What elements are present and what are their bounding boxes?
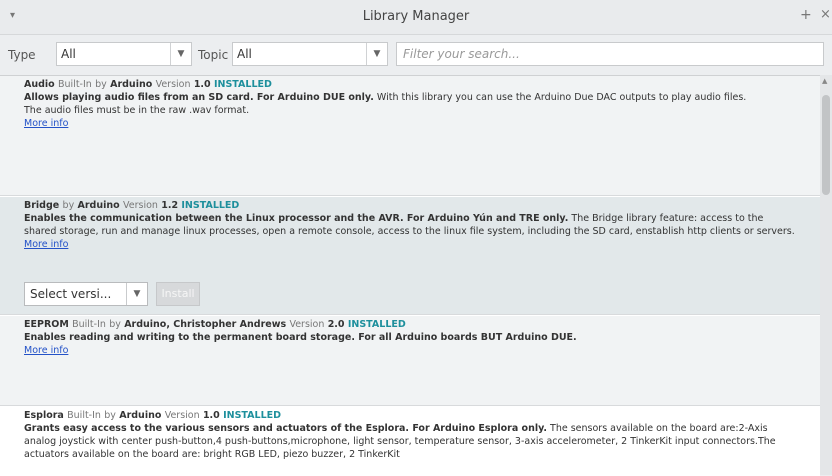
library-author: Arduino, Christopher Andrews	[124, 319, 287, 330]
library-name: EEPROM	[24, 319, 69, 330]
library-summary: Allows playing audio files from an SD ca…	[24, 92, 374, 103]
builtin-tag: Built-In	[72, 319, 106, 330]
builtin-tag: Built-In	[58, 79, 92, 90]
library-version: 2.0	[327, 319, 345, 330]
type-label: Type	[8, 48, 36, 62]
by-label: by	[62, 200, 75, 211]
library-list[interactable]: Audio Built-In by Arduino Version 1.0 IN…	[0, 75, 820, 476]
library-author: Arduino	[110, 79, 153, 90]
library-summary: Enables the communication between the Li…	[24, 213, 569, 224]
library-name: Bridge	[24, 200, 60, 211]
topic-select-value: All	[237, 47, 252, 61]
version-label: Version	[155, 79, 191, 90]
installed-badge: INSTALLED	[181, 200, 240, 211]
filter-bar: Type All ▼ Topic All ▼ Filter your searc…	[0, 35, 832, 75]
topic-label: Topic	[198, 48, 229, 62]
library-extra: The audio files must be in the raw .wav …	[24, 105, 250, 116]
by-label: by	[95, 79, 107, 90]
close-icon[interactable]: ×	[820, 7, 831, 22]
chevron-down-icon: ▼	[366, 43, 387, 65]
library-details: With this library you can use the Arduin…	[376, 92, 747, 103]
version-label: Version	[122, 200, 158, 211]
scroll-up-icon[interactable]: ▲	[822, 77, 827, 85]
installed-badge: INSTALLED	[223, 410, 281, 421]
version-select-value: Select versi...	[30, 287, 112, 301]
version-label: Version	[289, 319, 325, 330]
library-version: 1.0	[202, 410, 220, 421]
installed-badge: INSTALLED	[213, 79, 272, 90]
topic-select[interactable]: All ▼	[232, 42, 388, 66]
by-label: by	[104, 410, 116, 421]
title-bar: ▾ Library Manager + ×	[0, 0, 832, 35]
library-author: Arduino	[77, 200, 120, 211]
library-item-esplora[interactable]: Esplora Built-In by Arduino Version 1.0 …	[0, 407, 820, 476]
by-label: by	[109, 319, 121, 330]
library-name: Esplora	[24, 410, 64, 421]
library-name: Audio	[24, 79, 55, 90]
search-input[interactable]: Filter your search...	[396, 42, 824, 66]
type-select[interactable]: All ▼	[56, 42, 192, 66]
library-summary: Grants easy access to the various sensor…	[24, 423, 548, 434]
more-info-link[interactable]: More info	[24, 345, 68, 356]
version-select[interactable]: Select versi... ▼	[24, 282, 148, 306]
vertical-scrollbar[interactable]: ▲	[820, 75, 832, 475]
more-info-link[interactable]: More info	[24, 239, 68, 250]
version-label: Version	[164, 410, 200, 421]
install-button[interactable]: Install	[156, 282, 200, 306]
more-info-link[interactable]: More info	[24, 118, 68, 129]
library-version: 1.0	[193, 79, 211, 90]
library-version: 1.2	[161, 200, 179, 211]
builtin-tag: Built-In	[67, 410, 101, 421]
scrollbar-thumb[interactable]	[822, 95, 830, 195]
library-author: Arduino	[119, 410, 162, 421]
type-select-value: All	[61, 47, 76, 61]
chevron-down-icon: ▼	[170, 43, 191, 65]
window-title: Library Manager	[362, 9, 470, 24]
installed-badge: INSTALLED	[347, 319, 406, 330]
library-summary: Enables reading and writing to the perma…	[24, 332, 577, 343]
maximize-icon[interactable]: +	[800, 7, 812, 23]
library-item-eeprom[interactable]: EEPROM Built-In by Arduino, Christopher …	[0, 316, 820, 406]
library-item-audio[interactable]: Audio Built-In by Arduino Version 1.0 IN…	[0, 76, 820, 196]
chevron-down-icon: ▼	[126, 283, 147, 305]
